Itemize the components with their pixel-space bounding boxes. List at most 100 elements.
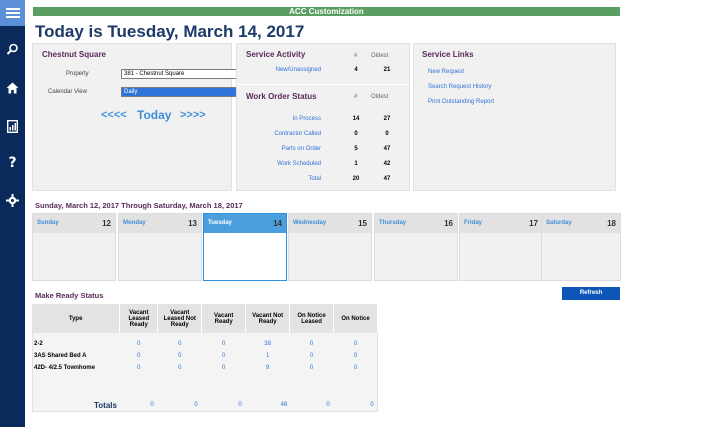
total-cell[interactable]: 0 <box>230 402 250 408</box>
day-header: Sunday 12 <box>33 214 115 233</box>
day-number: 17 <box>529 219 538 228</box>
new-unassigned-link[interactable]: New/Unassigned <box>276 67 321 73</box>
print-outstanding-report-link[interactable]: Print Outstanding Report <box>428 99 494 105</box>
app-banner: ACC Customization <box>33 7 620 16</box>
home-icon[interactable] <box>0 77 25 99</box>
cell-link[interactable]: 0 <box>334 350 378 362</box>
day-cell-sunday[interactable]: Sunday 12 <box>32 213 116 281</box>
day-cell-wednesday[interactable]: Wednesday 15 <box>288 213 372 281</box>
table-row: 2-2 0 0 0 38 0 0 <box>32 338 378 350</box>
day-number: 18 <box>607 219 616 228</box>
cell-link[interactable]: 0 <box>202 362 246 374</box>
search-icon[interactable] <box>0 38 25 60</box>
day-name: Tuesday <box>208 220 232 226</box>
col-count: # <box>354 53 358 59</box>
settings-icon[interactable] <box>0 189 25 211</box>
total-cell[interactable]: 0 <box>186 402 206 408</box>
cell-link[interactable]: 0 <box>202 350 246 362</box>
calendar-view-select[interactable]: Daily <box>121 87 247 97</box>
day-number: 14 <box>273 219 282 228</box>
day-cell-tuesday[interactable]: Tuesday 14 <box>203 213 287 281</box>
new-unassigned-oldest: 21 <box>383 67 391 73</box>
day-name: Wednesday <box>293 220 327 226</box>
search-request-history-link[interactable]: Search Request History <box>428 84 491 90</box>
cell-link[interactable]: 0 <box>202 338 246 350</box>
col-on-notice-leased: On Notice Leased <box>289 304 335 333</box>
cell-link[interactable]: 0 <box>290 350 334 362</box>
day-header: Friday 17 <box>460 214 542 233</box>
cell-link[interactable]: 0 <box>334 338 378 350</box>
cell-link[interactable]: 0 <box>290 362 334 374</box>
cell-link[interactable]: 0 <box>158 362 202 374</box>
total-link[interactable]: Total <box>308 176 321 182</box>
work-scheduled-oldest: 42 <box>383 161 391 167</box>
cell-link[interactable]: 1 <box>246 350 290 362</box>
total-cell[interactable]: 0 <box>318 402 338 408</box>
cell-link[interactable]: 0 <box>290 338 334 350</box>
col-vacant-ready: Vacant Ready <box>201 304 247 333</box>
property-select[interactable]: 381 - Chestnut Square <box>121 69 247 79</box>
day-cell-thursday[interactable]: Thursday 16 <box>374 213 458 281</box>
col-oldest: Oldest <box>371 94 389 100</box>
week-range-title: Sunday, March 12, 2017 Through Saturday,… <box>35 201 243 210</box>
total-cell[interactable]: 0 <box>142 402 162 408</box>
page-title: Today is Tuesday, March 14, 2017 <box>35 22 305 41</box>
cell-link[interactable]: 0 <box>120 350 158 362</box>
cell-link[interactable]: 9 <box>246 362 290 374</box>
contractor-called-oldest: 0 <box>385 131 389 137</box>
day-number: 15 <box>358 219 367 228</box>
day-cell-friday[interactable]: Friday 17 <box>459 213 543 281</box>
day-name: Monday <box>123 220 146 226</box>
col-type: Type <box>32 304 121 333</box>
day-number: 13 <box>188 219 197 228</box>
make-ready-table: Type Vacant Leased Ready Vacant Leased N… <box>32 304 378 374</box>
day-cell-monday[interactable]: Monday 13 <box>118 213 202 281</box>
cell-link[interactable]: 0 <box>120 338 158 350</box>
cell-link[interactable]: 38 <box>246 338 290 350</box>
day-header: Saturday 18 <box>542 214 620 233</box>
service-activity-panel: Service Activity # Oldest New/Unassigned… <box>236 43 410 191</box>
contractor-called-count: 0 <box>354 131 358 137</box>
day-header: Tuesday 14 <box>204 214 286 233</box>
work-scheduled-link[interactable]: Work Scheduled <box>277 161 321 167</box>
col-oldest: Oldest <box>371 53 389 59</box>
day-header: Monday 13 <box>119 214 201 233</box>
total-cell[interactable]: 0 <box>362 402 382 408</box>
total-cell[interactable]: 48 <box>274 402 294 408</box>
make-ready-totals-row: Totals 0 0 0 48 0 0 <box>32 399 378 412</box>
col-vacant-leased-ready: Vacant Leased Ready <box>119 304 159 333</box>
help-icon[interactable]: ? <box>0 152 25 174</box>
totals-label: Totals <box>94 401 117 410</box>
parts-on-order-link[interactable]: Parts on Order <box>282 146 321 152</box>
prev-week-button[interactable]: <<<< <box>101 109 127 121</box>
parts-on-order-oldest: 47 <box>383 146 391 152</box>
next-week-button[interactable]: >>>> <box>180 109 206 121</box>
day-name: Thursday <box>379 220 407 226</box>
calendar-view-label: Calendar View <box>48 89 87 95</box>
refresh-button[interactable]: Refresh <box>562 287 620 300</box>
new-request-link[interactable]: New Request <box>428 69 464 75</box>
cell-link[interactable]: 0 <box>120 362 158 374</box>
day-number: 16 <box>444 219 453 228</box>
menu-icon[interactable] <box>0 0 25 26</box>
day-cell-saturday[interactable]: Saturday 18 <box>541 213 621 281</box>
row-type: 2-2 <box>34 341 43 347</box>
in-process-count: 14 <box>352 116 360 122</box>
total-count: 20 <box>352 176 360 182</box>
contractor-called-link[interactable]: Contractor Called <box>274 131 321 137</box>
col-vacant-leased-not-ready: Vacant Leased Not Ready <box>157 304 203 333</box>
property-panel: Chestnut Square Property 381 - Chestnut … <box>32 43 247 191</box>
day-header: Wednesday 15 <box>289 214 371 233</box>
cell-link[interactable]: 0 <box>334 362 378 374</box>
row-type: 42D- 4/2.5 Townhome <box>34 365 95 371</box>
day-name: Saturday <box>546 220 572 226</box>
today-button[interactable]: Today <box>137 108 171 122</box>
cell-link[interactable]: 0 <box>158 350 202 362</box>
cell-link[interactable]: 0 <box>158 338 202 350</box>
col-on-notice: On Notice <box>333 304 378 333</box>
divider <box>237 84 409 85</box>
calendar-view-value: Daily <box>124 89 138 95</box>
in-process-link[interactable]: In Process <box>293 116 321 122</box>
report-icon[interactable] <box>0 115 25 137</box>
sidebar: ? <box>0 0 25 427</box>
